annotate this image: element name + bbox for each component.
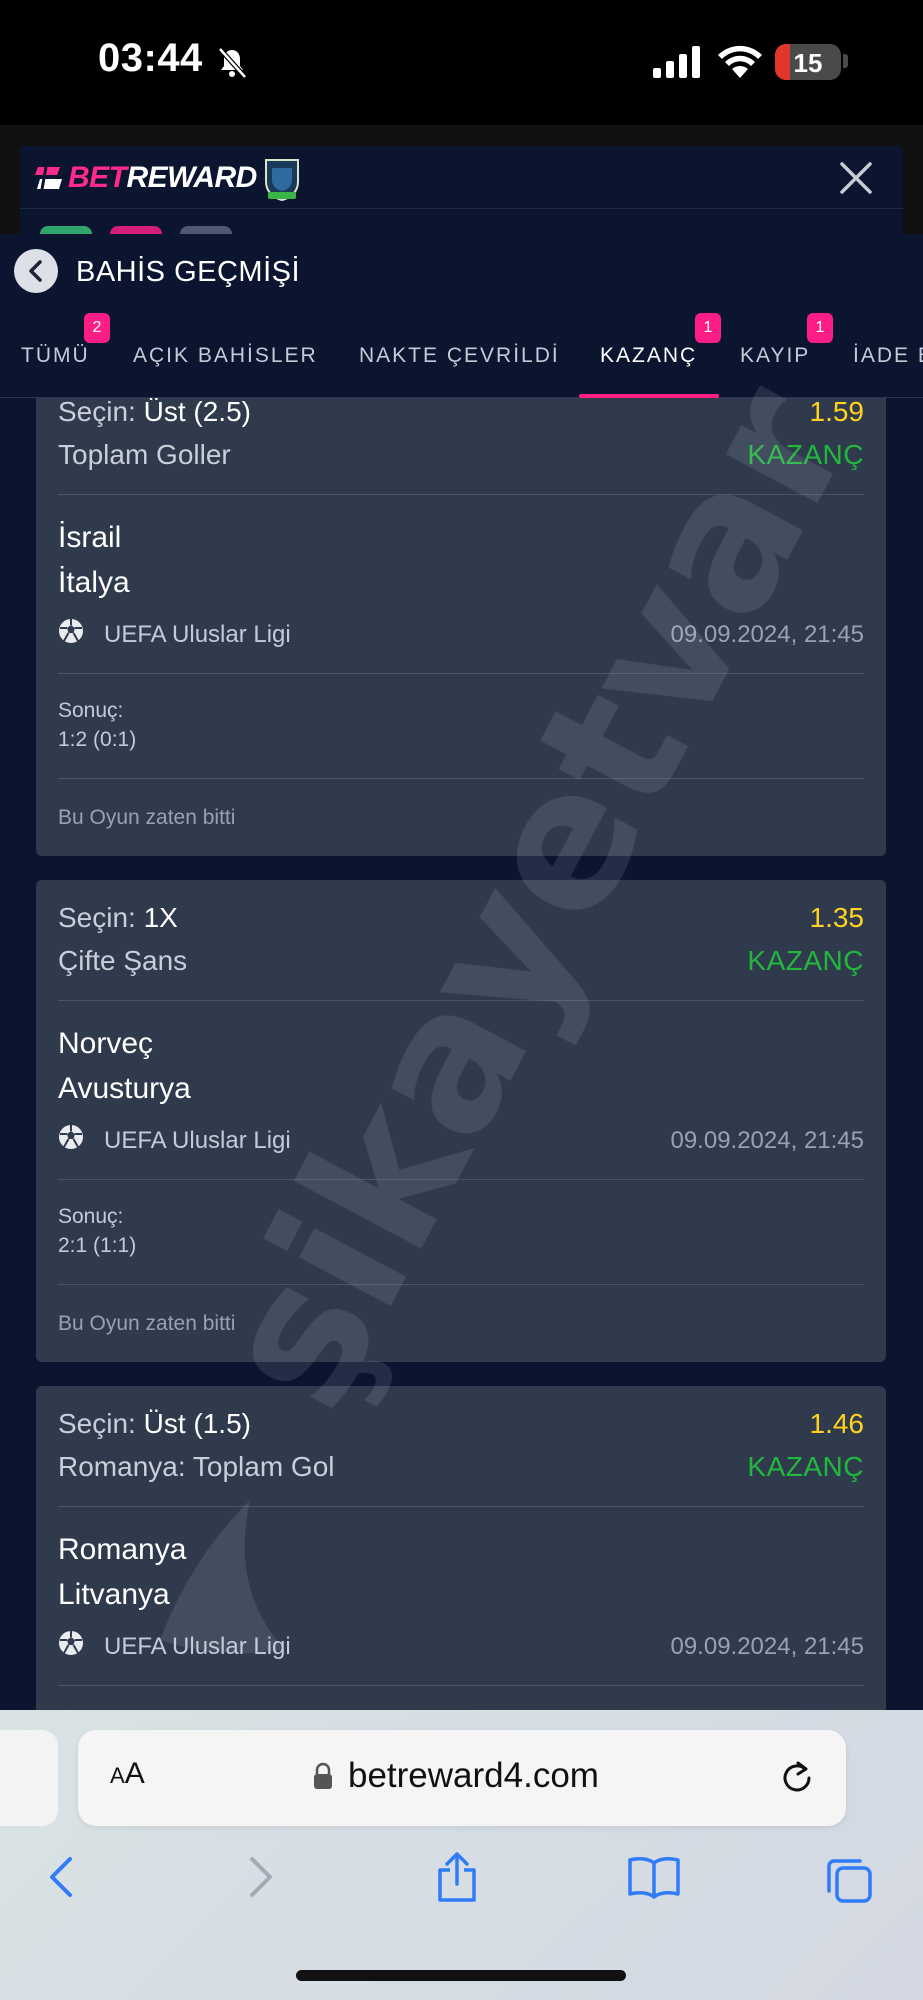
chevron-left-icon [29, 260, 42, 282]
logo-bet-text: BET [68, 161, 127, 194]
reader-settings-button[interactable]: AA [110, 1757, 145, 1791]
soccer-ball-icon [59, 619, 83, 643]
sponsor-emblem-icon [265, 159, 299, 202]
selection-value: Üst (2.5) [143, 398, 251, 427]
odds-value: 1.35 [809, 902, 865, 933]
league-name: UEFA Uluslar Ligi [104, 1633, 291, 1660]
tab-won[interactable]: KAZANÇ [600, 344, 697, 368]
home-team: İsrail [58, 521, 122, 554]
selection-prefix: Seçin: [58, 398, 136, 427]
back-icon[interactable] [44, 1855, 78, 1899]
away-team: Avusturya [58, 1072, 191, 1105]
battery-tip [843, 54, 848, 68]
away-team: Litvanya [58, 1578, 170, 1611]
game-status: Bu Oyun zaten bitti [58, 1312, 236, 1335]
status-bar: 03:44 15 [0, 0, 923, 125]
status-badge: KAZANÇ [747, 439, 864, 470]
tab-lost[interactable]: KAYIP [740, 344, 810, 368]
battery-indicator: 15 [775, 44, 841, 80]
url-text[interactable]: betreward4.com [348, 1756, 599, 1796]
lock-icon [314, 1762, 332, 1789]
divider [58, 1506, 864, 1507]
aa-small-glyph: A [110, 1763, 125, 1788]
divider [58, 673, 864, 674]
page-title: BAHİS GEÇMİŞİ [76, 256, 301, 288]
tabs-icon[interactable] [824, 1855, 874, 1905]
match-date: 09.09.2024, 21:45 [670, 621, 864, 648]
header-divider [20, 208, 903, 209]
home-team: Norveç [58, 1027, 154, 1060]
tabs-bar: TÜMÜ AÇIK BAHİSLER NAKTE ÇEVRİLDİ KAZANÇ… [0, 310, 923, 398]
away-team: İtalya [58, 566, 130, 599]
logo-reward-text: REWARD [126, 161, 258, 194]
bell-slash-icon [218, 47, 247, 79]
battery-level: 15 [793, 48, 823, 78]
aa-large-glyph: A [124, 1757, 145, 1790]
share-icon[interactable] [434, 1850, 480, 1904]
bet-list[interactable]: Seçin: Üst (2.5) 1.59 Toplam Goller KAZA… [0, 398, 923, 1710]
status-time: 03:44 [98, 36, 203, 80]
reload-icon[interactable] [780, 1758, 816, 1796]
tab-cashed-out[interactable]: NAKTE ÇEVRİLDİ [359, 344, 560, 368]
bet-card[interactable]: Seçin: Üst (1.5) 1.46 Romanya: Toplam Go… [36, 1386, 886, 1710]
soccer-ball-icon [59, 1125, 83, 1149]
status-badge: KAZANÇ [747, 945, 864, 976]
close-button[interactable] [836, 158, 876, 198]
soccer-ball-icon [59, 1631, 83, 1655]
result-score: 2:1 (1:1) [58, 1234, 137, 1257]
tab-won-badge: 1 [695, 313, 721, 343]
selection-prefix: Seçin: [58, 902, 136, 933]
result-score: 1:2 (0:1) [58, 728, 137, 751]
bet-card[interactable]: Seçin: 1X 1.35 Çifte Şans KAZANÇ Norveç … [36, 880, 886, 1362]
league-name: UEFA Uluslar Ligi [104, 1127, 291, 1154]
selection-value: 1X [143, 902, 178, 933]
market-name: Toplam Goller [58, 439, 231, 470]
tab-lost-badge: 1 [807, 313, 833, 343]
tab-open-bets[interactable]: AÇIK BAHİSLER [133, 344, 318, 368]
game-status: Bu Oyun zaten bitti [58, 806, 236, 829]
selection-line: Seçin: Üst (1.5) [58, 1408, 864, 1440]
divider [58, 1685, 864, 1686]
tab-refund[interactable]: İADE E [853, 344, 923, 368]
selection-line: Seçin: Üst (2.5) [58, 398, 864, 428]
status-badge: KAZANÇ [747, 1451, 864, 1482]
odds-value: 1.59 [809, 398, 865, 427]
match-date: 09.09.2024, 21:45 [670, 1127, 864, 1154]
tab-all-badge: 2 [84, 313, 110, 343]
divider [58, 1000, 864, 1001]
previous-tab-peek[interactable] [0, 1730, 58, 1826]
match-date: 09.09.2024, 21:45 [670, 1633, 864, 1660]
divider [58, 494, 864, 495]
result-label: Sonuç: [58, 699, 124, 722]
league-name: UEFA Uluslar Ligi [104, 621, 291, 648]
back-button[interactable] [14, 249, 58, 293]
odds-value: 1.46 [809, 1408, 865, 1439]
result-label: Sonuç: [58, 1205, 124, 1228]
wifi-icon [718, 45, 762, 78]
forward-icon[interactable] [244, 1855, 278, 1899]
divider [58, 1179, 864, 1180]
divider [58, 1284, 864, 1285]
selection-line: Seçin: 1X [58, 902, 864, 934]
market-name: Romanya: Toplam Gol [58, 1451, 335, 1482]
market-name: Çifte Şans [58, 945, 188, 976]
selection-value: Üst (1.5) [143, 1408, 251, 1439]
site-logo[interactable]: BET REWARD [34, 156, 257, 200]
bet-card[interactable]: Seçin: Üst (2.5) 1.59 Toplam Goller KAZA… [36, 398, 886, 856]
bookmarks-icon[interactable] [626, 1855, 682, 1901]
home-indicator [296, 1970, 626, 1981]
home-team: Romanya [58, 1533, 187, 1566]
divider [58, 778, 864, 779]
cellular-signal-icon [653, 46, 700, 78]
tab-all[interactable]: TÜMÜ [21, 344, 90, 368]
selection-prefix: Seçin: [58, 1408, 136, 1439]
logo-mark-icon [35, 166, 62, 190]
